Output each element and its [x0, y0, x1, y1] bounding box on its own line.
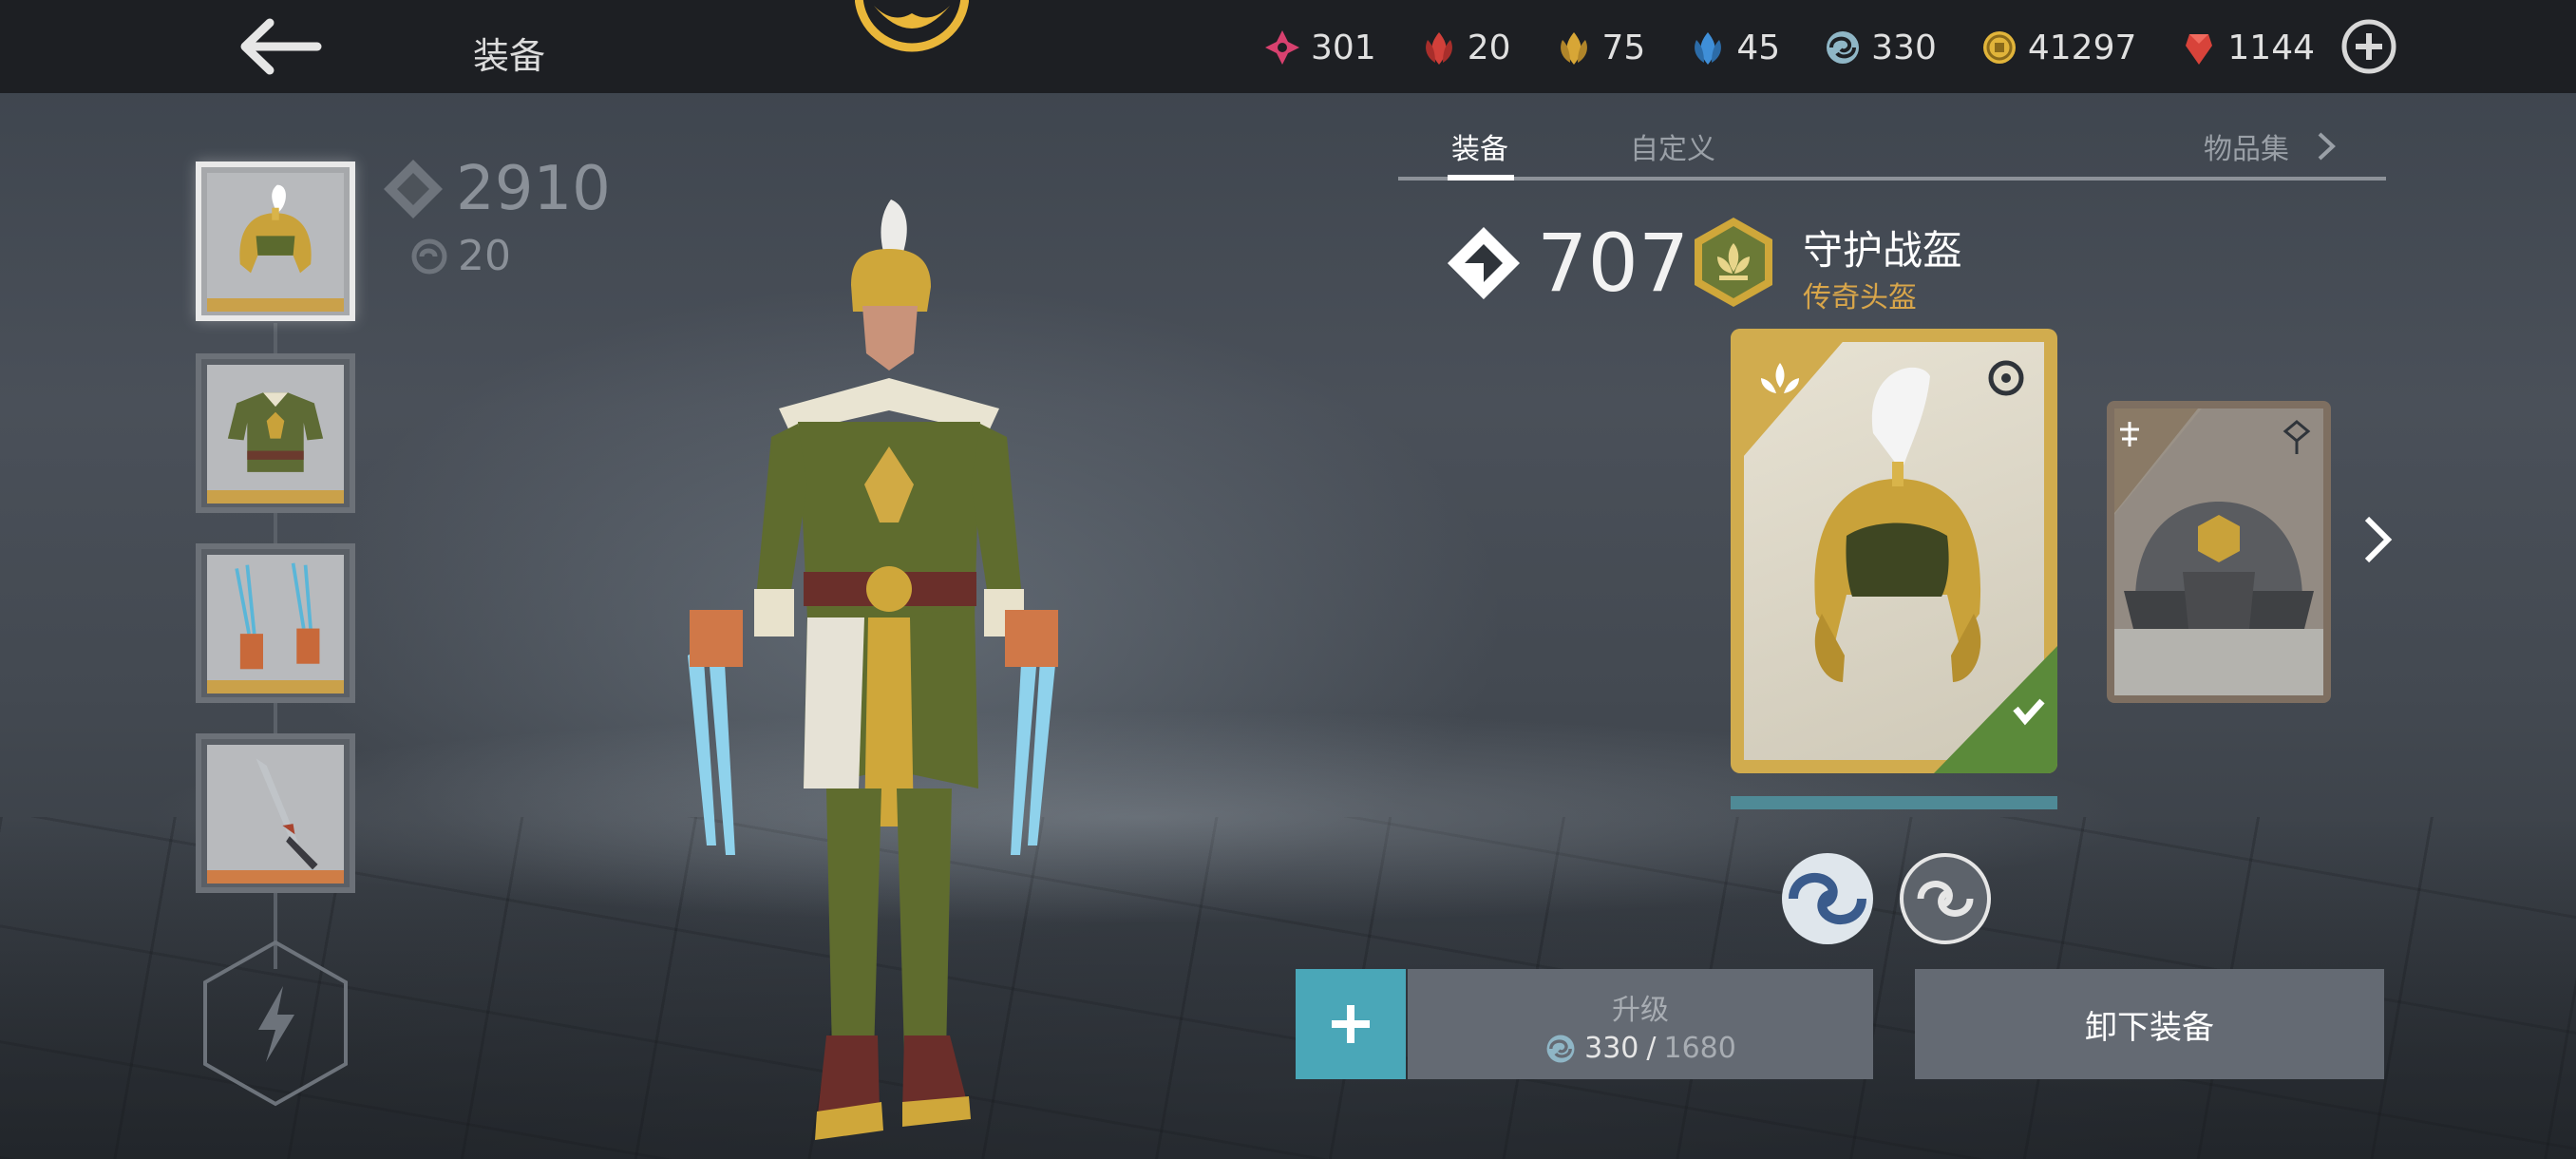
- upgrade-required: 1680: [1663, 1032, 1736, 1065]
- currency-value: 41297: [2027, 28, 2137, 67]
- tab-collection[interactable]: 物品集: [2204, 125, 2340, 167]
- upgrade-separator: /: [1646, 1032, 1657, 1065]
- swirl-icon: [411, 238, 447, 274]
- pink-gem-icon: [1265, 30, 1299, 65]
- samurai-helmet-icon: [2114, 408, 2323, 695]
- currency-value: 45: [1736, 28, 1781, 67]
- currency-coins: 41297: [1980, 28, 2137, 67]
- currency-value: 330: [1871, 28, 1937, 67]
- upgrade-button[interactable]: 升级 330 / 1680: [1408, 969, 1873, 1079]
- back-arrow-icon[interactable]: [237, 17, 323, 76]
- tab-custom[interactable]: 自定义: [1630, 125, 1715, 167]
- chevron-right-icon: [2318, 132, 2336, 161]
- coin-icon: [1982, 31, 2016, 64]
- page-title: 装备: [473, 35, 546, 77]
- item-power: 707: [1444, 217, 1689, 310]
- upgrade-plus-button[interactable]: [1296, 969, 1406, 1079]
- swirl-icon: [1546, 1035, 1575, 1062]
- slot-claws[interactable]: [196, 543, 355, 703]
- unequip-button[interactable]: 卸下装备: [1915, 969, 2384, 1079]
- currency-red: 20: [1420, 28, 1511, 67]
- lotus-rarity-icon: [1695, 218, 1772, 307]
- slot-helmet[interactable]: [196, 162, 355, 321]
- helmet-icon: [1731, 329, 2057, 773]
- plus-icon: [1332, 1005, 1370, 1043]
- item-tabs: 装备 自定义 物品集: [1398, 122, 2386, 180]
- add-currency-button[interactable]: [2340, 18, 2397, 75]
- tab-equip[interactable]: 装备: [1451, 125, 1508, 167]
- armor-icon: [227, 392, 324, 472]
- card-upgrade-progress: [1731, 796, 2057, 809]
- item-card-selected[interactable]: [1731, 329, 2057, 773]
- upgrade-cost: 330 / 1680: [1408, 1032, 1873, 1065]
- currency-gems: 301: [1263, 28, 1376, 67]
- slot-armor[interactable]: [196, 353, 355, 513]
- mod-slot-filled-icon[interactable]: [1778, 849, 1877, 948]
- gear-score-value: 2910: [456, 154, 611, 224]
- currency-value: 1144: [2227, 28, 2316, 67]
- currency-blue: 45: [1689, 28, 1780, 67]
- gear-score: 2910: [380, 154, 611, 224]
- helmet-icon: [239, 184, 312, 274]
- blue-leaf-icon: [1695, 32, 1722, 65]
- currency-essence: 330: [1824, 28, 1937, 67]
- clan-emblem-icon: [855, 0, 969, 52]
- item-name: 守护战盔: [1803, 227, 1963, 274]
- chevron-right-icon[interactable]: [2361, 513, 2394, 566]
- upgrade-label: 升级: [1612, 994, 1669, 1027]
- fog-layer: [0, 665, 2576, 969]
- tab-collection-label: 物品集: [2204, 133, 2289, 166]
- claws-icon: [235, 562, 320, 670]
- currency-value: 20: [1467, 28, 1511, 67]
- currency-value: 301: [1311, 28, 1376, 67]
- slot-weapon[interactable]: [196, 733, 355, 893]
- currency-gold: 75: [1555, 28, 1646, 67]
- currency-bar: 301 20 75 45 330 41297 1144: [1263, 21, 2358, 74]
- gold-leaf-icon: [1560, 32, 1587, 65]
- character-model: [688, 200, 1058, 1140]
- swirl-icon: [1827, 31, 1860, 64]
- item-card-alternative[interactable]: [2107, 401, 2331, 703]
- upgrade-current: 330: [1584, 1032, 1639, 1065]
- power-diamond-icon: [384, 160, 443, 218]
- item-rarity: 传奇头盔: [1803, 281, 1917, 314]
- ruby-icon: [2186, 34, 2213, 65]
- item-power-value: 707: [1537, 217, 1690, 310]
- gear-upgrade-count: 20: [410, 232, 511, 280]
- gear-upgrade-value: 20: [458, 232, 511, 280]
- power-diamond-icon: [1448, 227, 1520, 299]
- currency-value: 75: [1601, 28, 1646, 67]
- tabs-underline: [1398, 177, 2386, 180]
- tab-active-indicator: [1448, 175, 1514, 180]
- mod-slot-empty-icon[interactable]: [1896, 849, 1995, 948]
- currency-rubies: 1144: [2180, 28, 2315, 67]
- locked-slot-icon: [203, 940, 348, 1107]
- weapon-icon: [256, 758, 318, 870]
- top-bar: 装备 301 20 75 45 330 41297 1144: [0, 0, 2576, 93]
- red-leaf-icon: [1425, 32, 1452, 65]
